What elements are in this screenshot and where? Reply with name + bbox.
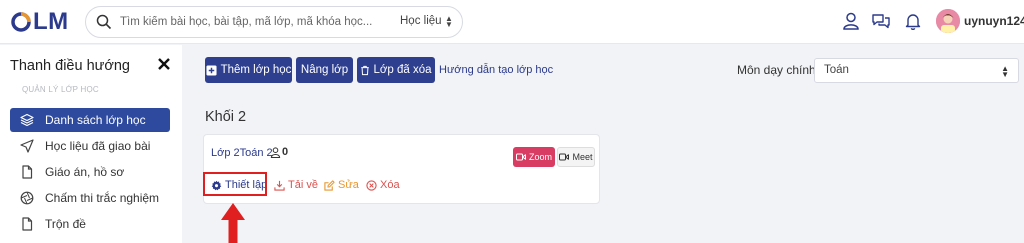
username[interactable]: uynuyn124 (964, 14, 1024, 28)
avatar-image-icon (936, 9, 960, 33)
aperture-icon (20, 191, 34, 205)
create-class-guide-link[interactable]: Hướng dẫn tạo lớp học (439, 64, 553, 76)
meet-button[interactable]: Meet (557, 147, 595, 167)
edit-button[interactable]: Sửa (324, 179, 359, 191)
meet-label: Meet (572, 152, 593, 162)
close-icon[interactable] (157, 57, 171, 71)
bell-icon[interactable] (903, 11, 923, 31)
upgrade-class-label: Nâng lớp (300, 64, 349, 76)
add-class-button[interactable]: Thêm lớp học (205, 57, 292, 83)
zoom-button[interactable]: Zoom (513, 147, 555, 167)
delete-circle-icon (366, 179, 377, 191)
top-bar: LM Học liệu ▲▼ uynuyn124 (0, 0, 1024, 44)
sidebar-item-assigned-materials[interactable]: Học liệu đã giao bài (10, 134, 170, 158)
deleted-classes-button[interactable]: Lớp đã xóa (357, 57, 435, 83)
sidebar-item-lesson-plans[interactable]: Giáo án, hồ sơ (10, 160, 170, 184)
edit-label: Sửa (338, 179, 359, 191)
sidebar: Thanh điều hướng QUẢN LÝ LỚP HỌC Danh sá… (0, 45, 182, 243)
grade-title: Khối 2 (205, 109, 247, 125)
download-button[interactable]: Tải về (274, 179, 318, 191)
sidebar-item-class-list[interactable]: Danh sách lớp học (10, 108, 170, 132)
file-icon (22, 217, 33, 231)
sidebar-item-label: Trộn đề (45, 217, 86, 231)
red-arrow-up-icon (221, 203, 245, 243)
sidebar-section-label: QUẢN LÝ LỚP HỌC (22, 85, 99, 94)
download-icon (274, 180, 285, 191)
search-bar: Học liệu ▲▼ (85, 6, 463, 38)
video-camera-icon (515, 153, 526, 161)
search-scope-select[interactable]: Học liệu (400, 15, 442, 27)
student-count: 0 (282, 146, 289, 158)
main-subject-value: Toán (824, 64, 849, 76)
file-icon (22, 165, 33, 179)
logo-text: LM (33, 8, 69, 35)
student-count-icon (270, 147, 281, 158)
sidebar-item-label: Chấm thi trắc nghiệm (45, 191, 160, 205)
deleted-classes-label: Lớp đã xóa (373, 64, 432, 76)
chat-icon[interactable] (871, 11, 891, 31)
avatar[interactable] (936, 9, 960, 33)
sidebar-title: Thanh điều hướng (10, 58, 130, 74)
select-updown-icon: ▲ ▼ (1001, 64, 1009, 79)
sidebar-item-label: Học liệu đã giao bài (45, 139, 151, 153)
edit-icon (324, 179, 335, 191)
logo-mark-icon (11, 12, 31, 32)
video-camera-icon (559, 153, 570, 161)
sidebar-item-mix-exams[interactable]: Trộn đề (10, 212, 170, 236)
delete-button[interactable]: Xóa (366, 179, 400, 191)
delete-label: Xóa (380, 179, 400, 191)
olm-logo[interactable]: LM (10, 8, 69, 35)
sidebar-item-label: Danh sách lớp học (45, 113, 146, 127)
upgrade-class-button[interactable]: Nâng lớp (296, 57, 353, 83)
user-icon[interactable] (841, 11, 861, 31)
select-updown-icon: ▲ ▼ (445, 14, 453, 29)
sidebar-item-test-grading[interactable]: Chấm thi trắc nghiệm (10, 186, 170, 210)
layers-icon (20, 113, 34, 127)
send-icon (20, 139, 34, 153)
settings-highlight-box (203, 172, 267, 196)
sidebar-item-label: Giáo án, hồ sơ (45, 165, 125, 179)
search-input[interactable] (120, 16, 390, 28)
trash-icon (361, 65, 370, 75)
main-subject-select[interactable]: Toán ▲ ▼ (814, 58, 1019, 83)
download-label: Tải về (288, 179, 318, 191)
search-icon (96, 14, 112, 30)
plus-square-icon (206, 64, 217, 76)
class-name-link[interactable]: Lớp 2Toán 2 (211, 147, 273, 159)
add-class-label: Thêm lớp học (220, 64, 292, 76)
main-subject-label: Môn dạy chính (737, 63, 816, 77)
zoom-label: Zoom (528, 152, 552, 162)
